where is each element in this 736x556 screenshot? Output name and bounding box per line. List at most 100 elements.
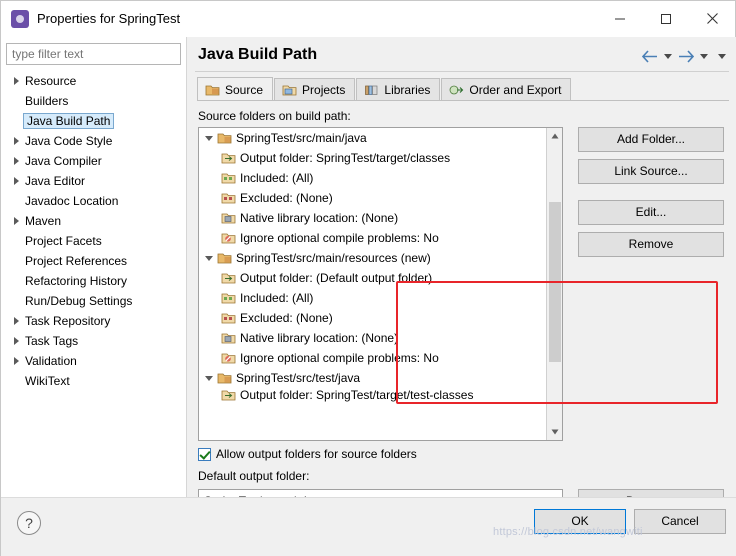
help-button[interactable]: ?	[17, 511, 41, 535]
list-item-label: Included: (All)	[240, 291, 314, 305]
back-menu-chevron-down-icon[interactable]	[662, 47, 674, 65]
view-menu-chevron-down-icon[interactable]	[716, 47, 728, 65]
default-output-folder-label: Default output folder:	[198, 469, 310, 483]
chevron-down-icon[interactable]	[201, 376, 217, 381]
include-icon	[221, 293, 236, 304]
list-item-label: SpringTest/src/main/java	[236, 131, 367, 145]
tab-label: Source	[225, 82, 264, 97]
eclipse-icon	[11, 9, 29, 28]
forward-arrow-icon[interactable]	[676, 47, 696, 65]
list-item-label: Native library location: (None)	[240, 211, 399, 225]
allow-output-folders-checkbox[interactable]: Allow output folders for source folders	[198, 447, 417, 461]
tab-projects[interactable]: Projects	[274, 78, 356, 101]
tree-item-task-tags[interactable]: Task Tags	[6, 331, 181, 351]
list-item-label: Native library location: (None)	[240, 331, 399, 345]
tree-item-label: Java Code Style	[25, 134, 113, 148]
tree-item-label: Maven	[25, 214, 62, 228]
tree-item-builders[interactable]: Builders	[6, 91, 181, 111]
minimize-icon[interactable]	[597, 1, 643, 37]
chevron-right-icon[interactable]	[8, 337, 24, 345]
list-item-label: Ignore optional compile problems: No	[240, 231, 439, 245]
source-folder-icon	[205, 85, 220, 95]
tree-item-label: Refactoring History	[25, 274, 128, 288]
list-item[interactable]: Output folder: (Default output folder)	[199, 268, 547, 288]
list-item[interactable]: Output folder: SpringTest/target/test-cl…	[199, 388, 547, 402]
remove-button[interactable]: Remove	[578, 232, 724, 257]
list-vertical-scrollbar[interactable]	[546, 128, 562, 440]
tab-libraries[interactable]: Libraries	[356, 78, 441, 101]
java-build-path-pane: Java Build Path Source Projects Librarie…	[187, 37, 736, 514]
list-item[interactable]: SpringTest/src/main/resources (new)	[199, 248, 547, 268]
chevron-right-icon[interactable]	[8, 317, 24, 325]
tree-item-java-code-style[interactable]: Java Code Style	[6, 131, 181, 151]
tree-item-project-facets[interactable]: Project Facets	[6, 231, 181, 251]
list-item[interactable]: Excluded: (None)	[199, 188, 547, 208]
list-item[interactable]: SpringTest/src/test/java	[199, 368, 547, 388]
list-item[interactable]: SpringTest/src/main/java	[199, 128, 547, 148]
cancel-button[interactable]: Cancel	[634, 509, 726, 534]
tree-item-run-debug-settings[interactable]: Run/Debug Settings	[6, 291, 181, 311]
scroll-down-icon[interactable]	[547, 424, 562, 440]
chevron-right-icon[interactable]	[8, 77, 24, 85]
maximize-icon[interactable]	[643, 1, 689, 37]
checkbox-checked-icon[interactable]	[198, 447, 211, 461]
list-item-label: SpringTest/src/main/resources (new)	[236, 251, 431, 265]
tree-item-label: Java Editor	[25, 174, 86, 188]
tab-order-and-export[interactable]: Order and Export	[441, 78, 572, 101]
tree-item-java-compiler[interactable]: Java Compiler	[6, 151, 181, 171]
output-folder-icon	[221, 390, 236, 401]
list-item[interactable]: Native library location: (None)	[199, 208, 547, 228]
native-lib-icon	[221, 333, 236, 344]
tab-label: Libraries	[384, 83, 431, 97]
source-folders-rows: SpringTest/src/main/java Output folder: …	[199, 128, 547, 402]
chevron-down-icon[interactable]	[201, 136, 217, 141]
list-item[interactable]: Excluded: (None)	[199, 308, 547, 328]
list-item-label: Included: (All)	[240, 171, 314, 185]
tree-item-project-references[interactable]: Project References	[6, 251, 181, 271]
chevron-right-icon[interactable]	[8, 357, 24, 365]
source-folders-list[interactable]: SpringTest/src/main/java Output folder: …	[198, 127, 563, 441]
chevron-right-icon[interactable]	[8, 157, 24, 165]
libraries-icon	[365, 85, 378, 95]
list-item[interactable]: Ignore optional compile problems: No	[199, 228, 547, 248]
list-item[interactable]: Output folder: SpringTest/target/classes	[199, 148, 547, 168]
tree-item-javadoc-location[interactable]: Javadoc Location	[6, 191, 181, 211]
tree-item-java-editor[interactable]: Java Editor	[6, 171, 181, 191]
chevron-right-icon[interactable]	[8, 137, 24, 145]
scrollbar-thumb[interactable]	[549, 202, 561, 362]
chevron-right-icon[interactable]	[8, 177, 24, 185]
tree-item-task-repository[interactable]: Task Repository	[6, 311, 181, 331]
list-item[interactable]: Ignore optional compile problems: No	[199, 348, 547, 368]
watermark: https://blog.csdn.net/wangwiti	[493, 526, 643, 538]
edit-button[interactable]: Edit...	[578, 200, 724, 225]
back-arrow-icon[interactable]	[640, 47, 660, 65]
output-folder-icon	[221, 153, 236, 164]
tree-item-maven[interactable]: Maven	[6, 211, 181, 231]
link-source-button[interactable]: Link Source...	[578, 159, 724, 184]
tree-item-refactoring-history[interactable]: Refactoring History	[6, 271, 181, 291]
allow-output-folders-label: Allow output folders for source folders	[216, 447, 417, 461]
tree-item-java-build-path[interactable]: Java Build Path	[6, 111, 181, 131]
scroll-up-icon[interactable]	[547, 128, 562, 144]
tab-source[interactable]: Source	[197, 77, 274, 101]
exclude-icon	[221, 313, 236, 324]
chevron-down-icon[interactable]	[201, 256, 217, 261]
tree-item-label: Builders	[25, 94, 69, 108]
tree-item-validation[interactable]: Validation	[6, 351, 181, 371]
forward-menu-chevron-down-icon[interactable]	[698, 47, 710, 65]
list-item[interactable]: Native library location: (None)	[199, 328, 547, 348]
native-lib-icon	[221, 213, 236, 224]
chevron-right-icon[interactable]	[8, 217, 24, 225]
tree-item-label: Task Tags	[25, 334, 79, 348]
list-item[interactable]: Included: (All)	[199, 168, 547, 188]
filter-input[interactable]	[6, 43, 181, 65]
header-divider	[195, 71, 729, 72]
list-item[interactable]: Included: (All)	[199, 288, 547, 308]
tree-item-resource[interactable]: Resource	[6, 71, 181, 91]
tree-item-wikitext[interactable]: WikiText	[6, 371, 181, 391]
list-item-label: Excluded: (None)	[240, 311, 333, 325]
tree-item-label: Project Facets	[25, 234, 102, 248]
close-icon[interactable]	[689, 1, 735, 37]
tree-item-label: Java Build Path	[23, 113, 115, 129]
add-folder-button[interactable]: Add Folder...	[578, 127, 724, 152]
